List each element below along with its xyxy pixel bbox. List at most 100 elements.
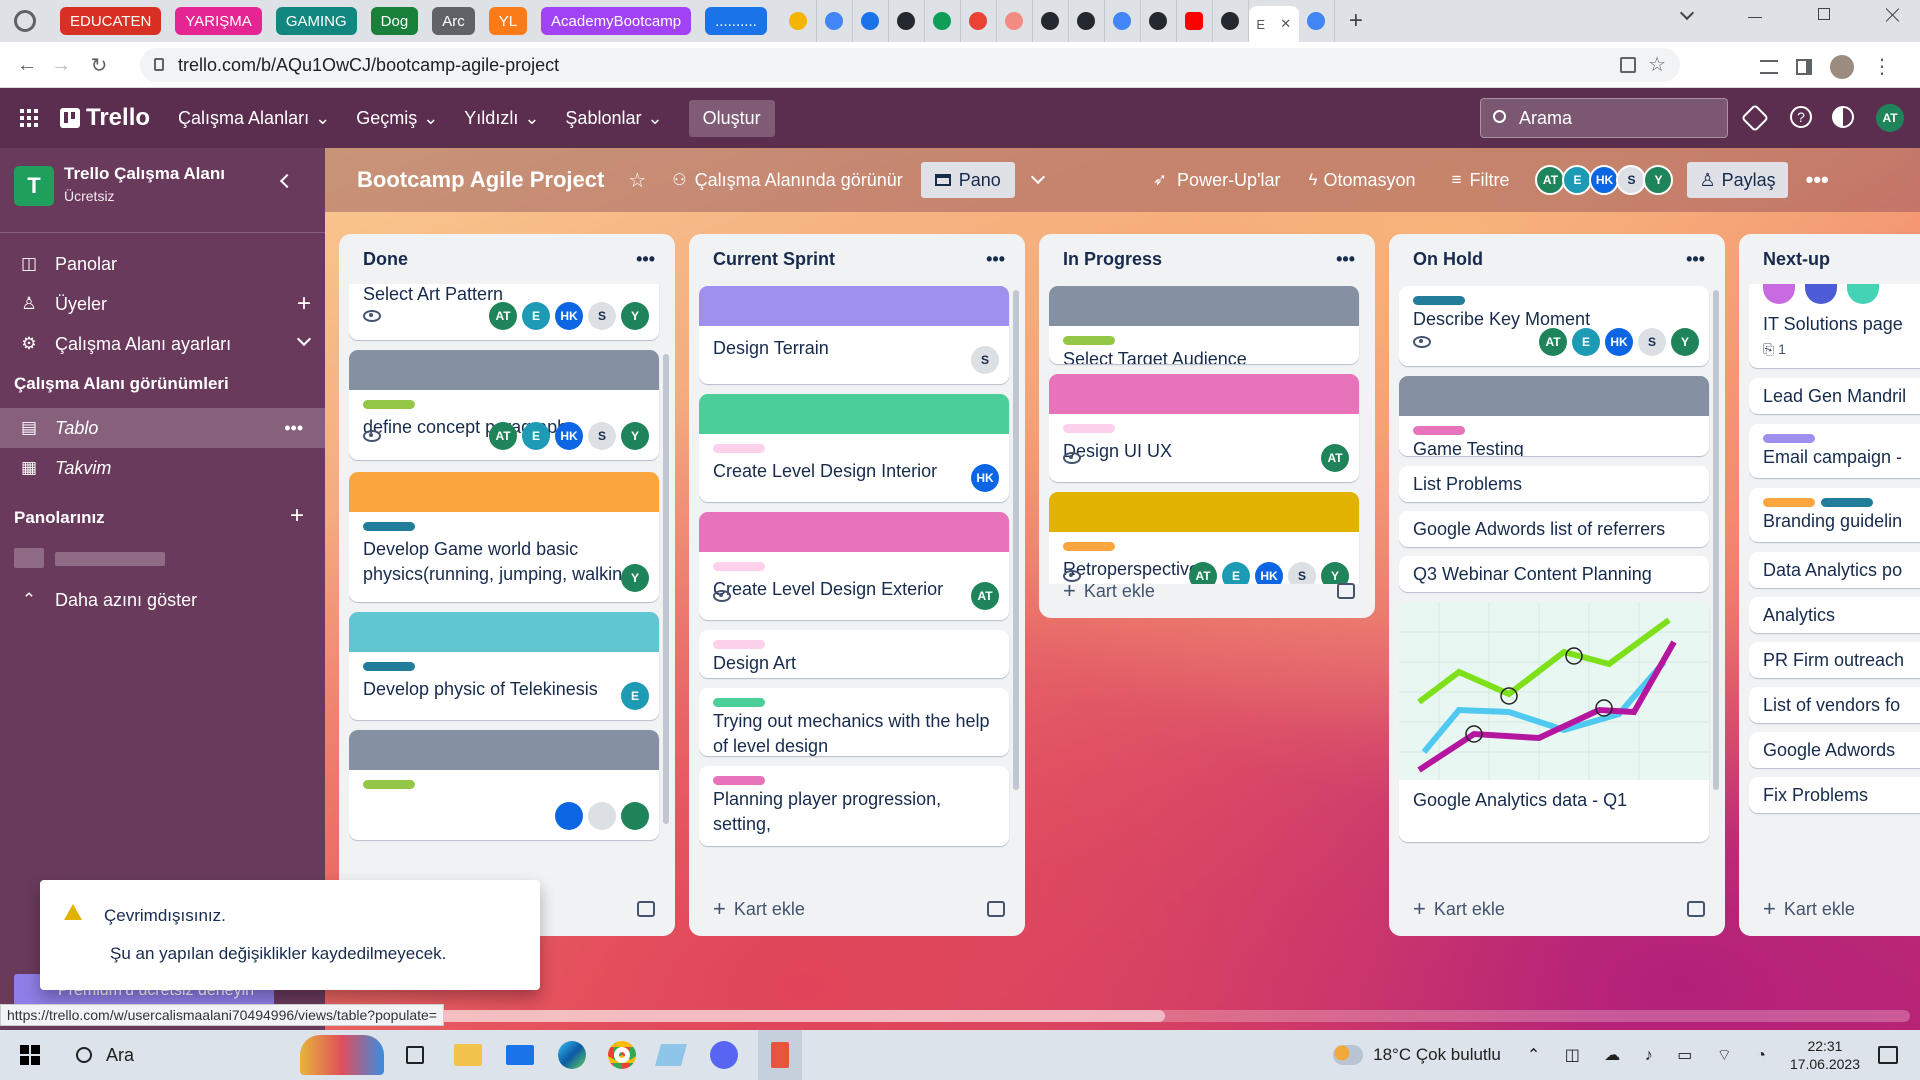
edge-icon[interactable] [558, 1041, 587, 1069]
back-icon[interactable]: ← [14, 52, 40, 78]
member-avatar[interactable]: Y [621, 422, 649, 450]
whats-new-icon[interactable] [1740, 103, 1770, 133]
task-view-icon[interactable] [406, 1046, 425, 1064]
card[interactable]: Q3 Webinar Content Planning [1399, 556, 1709, 592]
lock-icon[interactable] [154, 58, 164, 71]
automation-button[interactable]: Otomasyon [1324, 170, 1416, 191]
member-avatar[interactable]: AT [1321, 444, 1349, 472]
taskbar-search[interactable]: Ara [106, 1045, 134, 1066]
card[interactable]: Create Level Design Exterior AT [699, 512, 1009, 620]
bookmark-star-icon[interactable]: ☆ [1648, 52, 1666, 77]
forward-icon[interactable]: → [48, 52, 74, 78]
member-avatar[interactable]: E [522, 422, 550, 450]
add-board-icon[interactable]: + [290, 502, 304, 530]
theme-icon[interactable] [1832, 106, 1854, 128]
tab-icon[interactable] [925, 0, 961, 42]
member-avatar[interactable] [588, 802, 616, 830]
member-avatar[interactable]: S [1638, 328, 1666, 356]
notepad-icon[interactable] [655, 1044, 687, 1066]
share-button[interactable]: ♙ Paylaş [1687, 162, 1788, 198]
card[interactable]: Lead Gen Mandril [1749, 378, 1920, 414]
powerups-button[interactable]: Power-Up'lar [1177, 170, 1280, 191]
menu-starred[interactable]: Yıldızlı ⌄ [464, 108, 539, 129]
tab-group-gaming[interactable]: GAMING [275, 7, 357, 35]
list-menu-icon[interactable]: ••• [1686, 249, 1705, 270]
list-title[interactable]: On Hold [1413, 249, 1483, 270]
card[interactable]: List Problems [1399, 466, 1709, 502]
tab-search-icon[interactable] [1679, 5, 1695, 21]
weather-icon[interactable] [1333, 1045, 1364, 1065]
sidebar-item-table[interactable]: ▤ Tablo ••• [0, 408, 325, 448]
share-icon[interactable] [1620, 57, 1636, 73]
notifications-icon[interactable] [1878, 1046, 1898, 1064]
system-tray-icons[interactable]: ⌃ ◫ ☁ ♪ ▭ ⌔ ◔ [1527, 1045, 1776, 1065]
sidebar-item-calendar[interactable]: ▦ Takvim [0, 448, 325, 488]
member-avatar[interactable]: AT [489, 422, 517, 450]
tab-group-dots[interactable]: .......... [705, 7, 767, 35]
tab-icon[interactable] [817, 0, 853, 42]
member-avatar[interactable]: S [588, 422, 616, 450]
restore-icon[interactable] [1818, 8, 1830, 20]
tab-icon[interactable] [1033, 0, 1069, 42]
card[interactable]: Design Terrain S [699, 286, 1009, 384]
chrome-taskbar-icon[interactable] [608, 1041, 637, 1069]
search-icon[interactable] [76, 1047, 92, 1063]
more-menu-icon[interactable]: ⋮ [1872, 54, 1892, 79]
card[interactable]: Retroperspective AT E HK S Y [1049, 492, 1359, 584]
member-avatar[interactable] [555, 802, 583, 830]
list-menu-icon[interactable]: ••• [1336, 249, 1355, 270]
card[interactable]: Design UI UX AT [1049, 374, 1359, 482]
card[interactable]: Email campaign - [1749, 424, 1920, 478]
card[interactable]: Trying out mechanics with the help of le… [699, 688, 1009, 756]
member-avatar[interactable]: S [588, 302, 616, 330]
card-template-icon[interactable] [637, 901, 655, 917]
search-input[interactable]: Arama [1480, 98, 1728, 138]
tab-icon[interactable] [1105, 0, 1141, 42]
list-scrollbar[interactable] [663, 354, 669, 824]
card[interactable]: Planning player progression, setting, [699, 766, 1009, 846]
tab-icon[interactable] [853, 0, 889, 42]
sidebar-item-settings[interactable]: ⚙ Çalışma Alanı ayarları [0, 324, 325, 364]
user-avatar[interactable]: AT [1876, 104, 1904, 132]
weather-text[interactable]: 18°C Çok bulutlu [1373, 1045, 1501, 1065]
menu-templates[interactable]: Şablonlar ⌄ [565, 108, 662, 129]
sidebar-item-boards[interactable]: ◫ Panolar [0, 244, 325, 284]
card[interactable]: Create Level Design Interior HK [699, 394, 1009, 502]
card[interactable]: Data Analytics po [1749, 552, 1920, 588]
card[interactable]: Branding guidelin [1749, 488, 1920, 542]
list-title[interactable]: In Progress [1063, 249, 1162, 270]
tab-group-academybootcamp[interactable]: AcademyBootcamp [541, 7, 692, 35]
tab-icon[interactable] [781, 0, 817, 42]
minimize-icon[interactable] [1748, 17, 1762, 22]
chevron-down-icon[interactable] [1030, 169, 1045, 185]
member-avatar[interactable]: HK [1605, 328, 1633, 356]
tab-icon[interactable] [997, 0, 1033, 42]
create-button[interactable]: Oluştur [688, 99, 775, 137]
add-card-button[interactable]: + Kart ekle [1063, 574, 1355, 608]
tab-icon[interactable] [889, 0, 925, 42]
member-avatar[interactable]: E [621, 682, 649, 710]
active-tab[interactable]: E ✕ [1248, 6, 1299, 42]
list-scrollbar[interactable] [1013, 290, 1019, 790]
card-template-icon[interactable] [1337, 583, 1355, 599]
member-avatar[interactable]: HK [971, 464, 999, 492]
board-horizontal-scrollbar[interactable] [335, 1010, 1910, 1022]
show-less-button[interactable]: ⌃ Daha azını göster [0, 580, 325, 620]
filter-button[interactable]: Filtre [1469, 170, 1509, 191]
member-avatar[interactable]: AT [971, 582, 999, 610]
member-avatar[interactable] [621, 802, 649, 830]
card[interactable]: PR Firm outreach [1749, 642, 1920, 678]
card[interactable]: Google Analytics data - Q1 [1399, 602, 1709, 842]
board-menu-icon[interactable]: ••• [1806, 167, 1829, 193]
mail-icon[interactable] [506, 1045, 535, 1065]
close-tab-icon[interactable]: ✕ [1280, 16, 1291, 32]
active-app-icon[interactable] [758, 1030, 803, 1080]
member-avatar[interactable]: E [522, 302, 550, 330]
card[interactable]: define concept paragraph AT E HK S Y [349, 350, 659, 460]
card-template-icon[interactable] [987, 901, 1005, 917]
member-avatar[interactable]: AT [1535, 165, 1566, 195]
add-card-button[interactable]: + Kart ekle [1763, 892, 1920, 926]
reading-list-icon[interactable] [1760, 59, 1778, 74]
tab-group-educaten[interactable]: EDUCATEN [60, 7, 162, 35]
card[interactable]: Google Adwords [1749, 732, 1920, 768]
